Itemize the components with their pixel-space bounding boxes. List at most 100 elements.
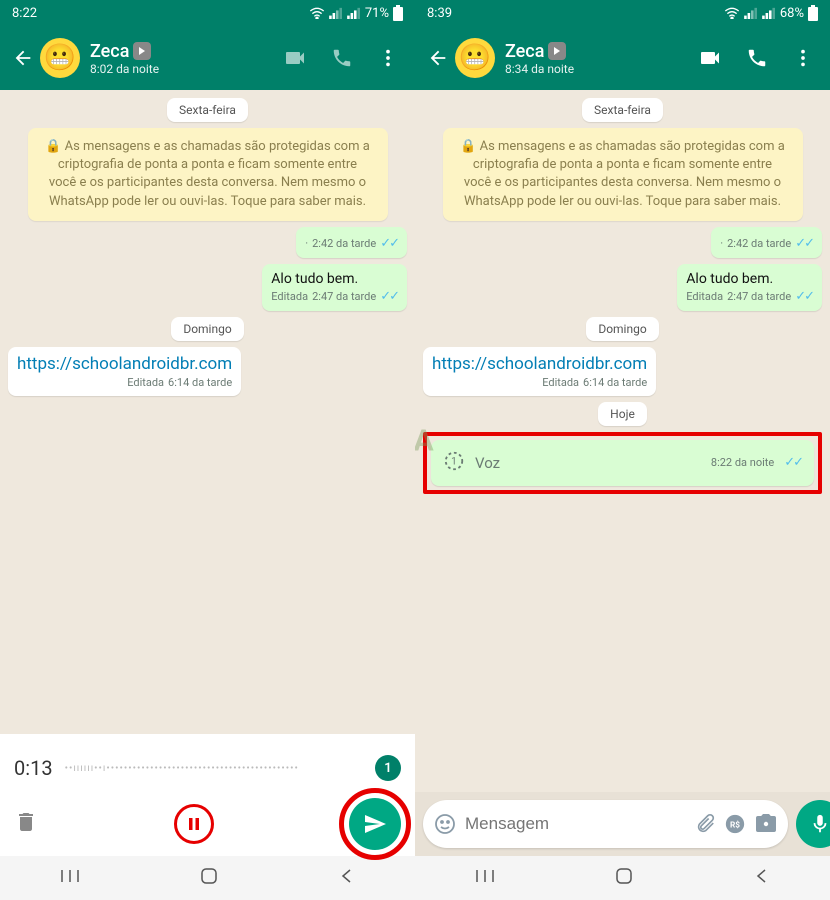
play-badge-icon bbox=[548, 42, 566, 60]
mic-icon bbox=[809, 813, 830, 835]
video-icon bbox=[283, 46, 307, 70]
pause-icon bbox=[186, 816, 202, 832]
contact-status: 8:02 da noite bbox=[90, 62, 273, 76]
date-chip-sunday: Domingo bbox=[586, 317, 658, 341]
message-in-1[interactable]: https://schoolandroidbr.com Editada6:14 … bbox=[423, 347, 656, 396]
status-icons: 68% bbox=[724, 5, 818, 21]
chat-header: 😬 Zeca 8:02 da noite bbox=[0, 26, 415, 90]
send-icon bbox=[363, 812, 387, 836]
voice-label: Voz bbox=[475, 454, 701, 472]
video-call-button[interactable] bbox=[273, 36, 317, 80]
waveform: ••ıııııı••ı•••••••••••••••••••••••••••••… bbox=[65, 763, 363, 774]
camera-icon bbox=[754, 812, 778, 836]
voice-time: 8:22 da noite bbox=[711, 456, 774, 469]
nav-back[interactable] bbox=[339, 868, 355, 888]
pause-button[interactable] bbox=[174, 804, 214, 844]
contact-info[interactable]: Zeca 8:34 da noite bbox=[505, 41, 688, 76]
ticks-icon: ✓✓ bbox=[784, 455, 802, 470]
screen-left: 8:22 71% 😬 Zeca 8:02 da noite Sexta-fe bbox=[0, 0, 415, 900]
message-input[interactable] bbox=[465, 814, 686, 834]
encryption-notice[interactable]: 🔒 As mensagens e as chamadas são protegi… bbox=[443, 128, 803, 221]
battery-text: 71% bbox=[365, 6, 389, 21]
date-chip-today: Hoje bbox=[598, 402, 647, 426]
play-badge-icon bbox=[133, 42, 151, 60]
battery-text: 68% bbox=[780, 6, 804, 21]
ticks-icon: ✓✓ bbox=[795, 236, 813, 251]
voice-message-out[interactable]: 1 Voz 8:22 da noite ✓✓ bbox=[431, 440, 814, 486]
message-link[interactable]: https://schoolandroidbr.com bbox=[432, 354, 647, 374]
message-link[interactable]: https://schoolandroidbr.com bbox=[17, 354, 232, 374]
status-time: 8:22 bbox=[12, 6, 37, 21]
contact-info[interactable]: Zeca 8:02 da noite bbox=[90, 41, 273, 76]
video-call-button[interactable] bbox=[688, 36, 732, 80]
status-bar: 8:39 68% bbox=[415, 0, 830, 26]
nav-bar bbox=[415, 856, 830, 900]
signal-icon-2 bbox=[347, 7, 361, 19]
avatar[interactable]: 😬 bbox=[40, 38, 80, 78]
ticks-icon: ✓✓ bbox=[380, 289, 398, 304]
wifi-icon bbox=[724, 7, 740, 19]
voice-call-button[interactable] bbox=[736, 36, 778, 80]
emoji-button[interactable] bbox=[433, 812, 457, 836]
mic-button[interactable] bbox=[796, 800, 830, 848]
payment-button[interactable]: R$ bbox=[724, 813, 746, 835]
message-out-1[interactable]: ·2:42 da tarde✓✓ bbox=[711, 227, 822, 258]
payment-icon: R$ bbox=[724, 813, 746, 835]
nav-recents[interactable] bbox=[60, 868, 80, 888]
more-vert-icon bbox=[377, 47, 399, 69]
attach-button[interactable] bbox=[694, 813, 716, 835]
chat-body[interactable]: Sexta-feira 🔒 As mensagens e as chamadas… bbox=[0, 90, 415, 734]
message-text: Alo tudo bem. bbox=[271, 271, 358, 287]
message-input-wrap[interactable]: R$ bbox=[423, 800, 788, 848]
message-in-1[interactable]: https://schoolandroidbr.com Editada6:14 … bbox=[8, 347, 241, 396]
back-button[interactable] bbox=[6, 41, 40, 75]
message-out-2[interactable]: Alo tudo bem. Editada2:47 da tarde✓✓ bbox=[677, 264, 822, 311]
menu-button[interactable] bbox=[782, 36, 824, 80]
nav-recents[interactable] bbox=[475, 868, 495, 888]
voice-call-button[interactable] bbox=[321, 36, 363, 80]
voice-recorder: 0:13 ••ıııııı••ı••••••••••••••••••••••••… bbox=[0, 734, 415, 856]
back-button[interactable] bbox=[421, 41, 455, 75]
message-out-2[interactable]: Alo tudo bem. Editada2:47 da tarde✓✓ bbox=[262, 264, 407, 311]
encryption-notice[interactable]: 🔒 As mensagens e as chamadas são protegi… bbox=[28, 128, 388, 221]
chat-body[interactable]: Sexta-feira 🔒 As mensagens e as chamadas… bbox=[415, 90, 830, 792]
avatar[interactable]: 😬 bbox=[455, 38, 495, 78]
nav-home[interactable] bbox=[200, 867, 218, 889]
ticks-icon: ✓✓ bbox=[795, 289, 813, 304]
phone-icon bbox=[331, 47, 353, 69]
arrow-left-icon bbox=[12, 47, 34, 69]
watermark: SA bbox=[415, 424, 434, 459]
camera-button[interactable] bbox=[754, 812, 778, 836]
status-time: 8:39 bbox=[427, 6, 452, 21]
contact-status: 8:34 da noite bbox=[505, 62, 688, 76]
signal-icon-2 bbox=[762, 7, 776, 19]
nav-back[interactable] bbox=[754, 868, 770, 888]
date-chip-sunday: Domingo bbox=[171, 317, 243, 341]
message-out-1[interactable]: ·2:42 da tarde✓✓ bbox=[296, 227, 407, 258]
wifi-icon bbox=[309, 7, 325, 19]
svg-text:1: 1 bbox=[451, 456, 457, 467]
nav-bar bbox=[0, 856, 415, 900]
delete-recording-button[interactable] bbox=[14, 810, 38, 838]
svg-text:R$: R$ bbox=[730, 820, 740, 831]
contact-name: Zeca bbox=[90, 41, 129, 62]
nav-home[interactable] bbox=[615, 867, 633, 889]
video-icon bbox=[698, 46, 722, 70]
ticks-icon: ✓✓ bbox=[380, 236, 398, 251]
screen-right: 8:39 68% 😬 Zeca 8:34 da noite Sexta-fe bbox=[415, 0, 830, 900]
input-bar: R$ bbox=[415, 792, 830, 856]
arrow-left-icon bbox=[427, 47, 449, 69]
send-button[interactable] bbox=[349, 798, 401, 850]
attach-icon bbox=[694, 813, 716, 835]
chat-header: 😬 Zeca 8:34 da noite bbox=[415, 26, 830, 90]
date-chip-friday: Sexta-feira bbox=[167, 98, 248, 122]
listen-once-badge[interactable]: 1 bbox=[375, 755, 401, 781]
recording-time: 0:13 bbox=[14, 756, 53, 780]
phone-icon bbox=[746, 47, 768, 69]
signal-icon bbox=[744, 7, 758, 19]
menu-button[interactable] bbox=[367, 36, 409, 80]
signal-icon bbox=[329, 7, 343, 19]
battery-icon bbox=[393, 5, 403, 21]
trash-icon bbox=[14, 810, 38, 834]
status-icons: 71% bbox=[309, 5, 403, 21]
